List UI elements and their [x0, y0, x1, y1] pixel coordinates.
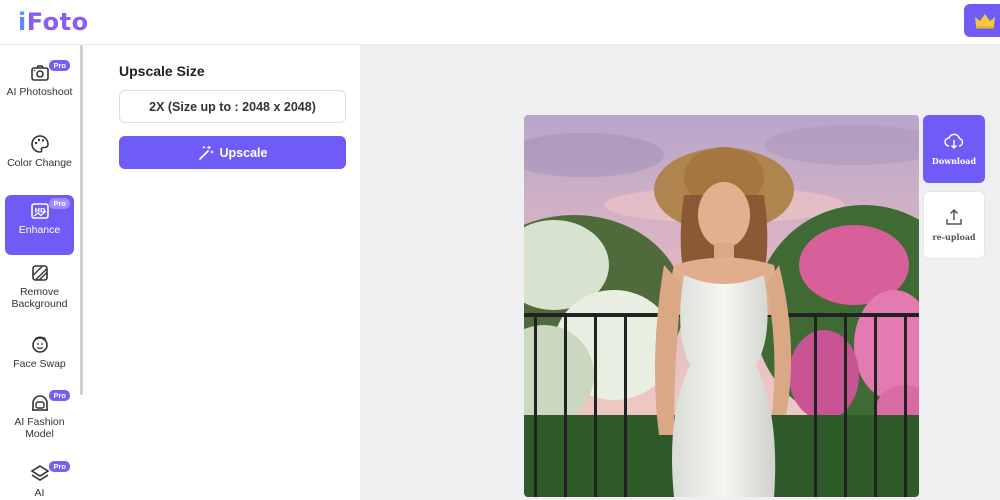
upscale-size-select[interactable]: 2X (Size up to : 2048 x 2048)	[119, 90, 346, 123]
nav-item-label: Color Change	[7, 157, 72, 169]
magic-wand-icon	[198, 144, 214, 160]
nav-item-enhance[interactable]: Pro HD Enhance	[5, 195, 74, 255]
erase-icon	[31, 265, 48, 281]
reupload-label: re-upload	[932, 232, 976, 242]
preview-canvas: Download re-upload	[360, 45, 1000, 500]
nav-item-label: Enhance	[18, 224, 61, 236]
nav-item-label: AI Fashion Model	[14, 416, 65, 440]
pro-badge: Pro	[49, 461, 70, 472]
crown-icon	[975, 13, 995, 28]
nav-item-ai-fashion-model[interactable]: Pro AI Fashion Model	[5, 387, 74, 447]
cloud-download-icon	[944, 133, 964, 150]
model-icon	[31, 395, 48, 411]
premium-button[interactable]	[964, 4, 1000, 37]
camera-icon	[30, 65, 49, 81]
face-swap-icon	[31, 336, 48, 353]
nav-item-remove-background[interactable]: Remove Background	[5, 257, 74, 317]
upscale-button[interactable]: Upscale	[119, 136, 346, 169]
download-button[interactable]: Download	[923, 115, 985, 183]
preview-image	[524, 115, 919, 497]
app-header: iFoto	[0, 0, 1000, 45]
nav-item-face-swap[interactable]: Face Swap	[5, 329, 74, 389]
panel-title: Upscale Size	[119, 63, 205, 79]
logo[interactable]: iFoto	[18, 8, 89, 36]
nav-item-color-change[interactable]: Color Change	[5, 128, 74, 188]
tool-sidebar: Pro AI Photoshoot Color Change Pro HD En…	[0, 45, 80, 500]
nav-item-label: AI Photoshoot	[6, 86, 73, 98]
nav-item-ai-more[interactable]: Pro AI	[5, 458, 74, 500]
palette-icon	[30, 135, 49, 153]
hd-icon: HD	[30, 203, 49, 219]
pro-badge: Pro	[49, 390, 70, 401]
layers-icon	[29, 465, 50, 481]
upscale-button-label: Upscale	[219, 145, 268, 160]
reupload-button[interactable]: re-upload	[923, 191, 985, 259]
upload-icon	[946, 208, 962, 225]
pro-badge: Pro	[49, 198, 70, 209]
nav-item-label: Face Swap	[13, 358, 66, 370]
download-label: Download	[931, 156, 977, 166]
nav-item-label: AI	[34, 487, 45, 499]
settings-panel: Upscale Size 2X (Size up to : 2048 x 204…	[83, 45, 360, 500]
nav-item-ai-photoshoot[interactable]: Pro AI Photoshoot	[5, 57, 74, 117]
pro-badge: Pro	[49, 60, 70, 71]
nav-item-label: Remove Background	[11, 286, 68, 310]
